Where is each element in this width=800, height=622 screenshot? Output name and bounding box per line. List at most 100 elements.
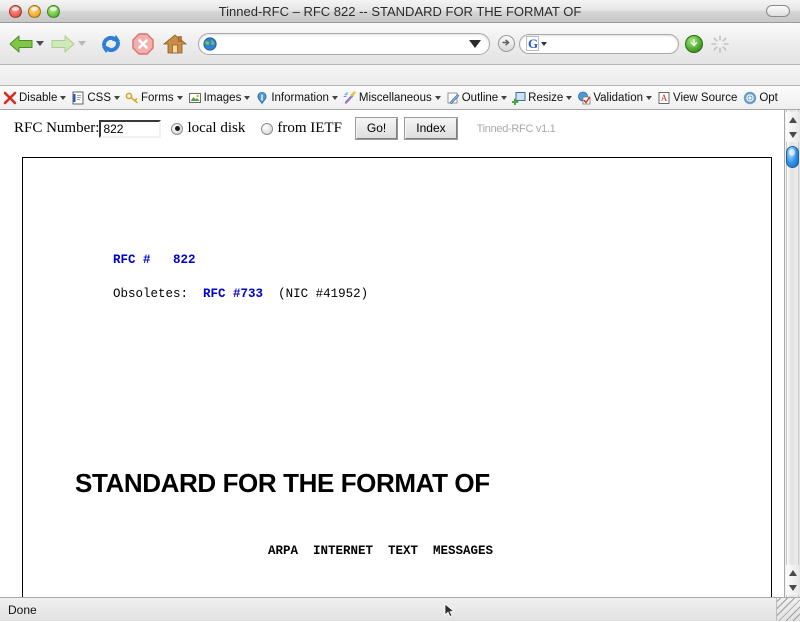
index-button[interactable]: Index [405, 118, 457, 139]
devbar-item-information[interactable]: Information [254, 87, 339, 109]
devbar-label: Information [271, 91, 329, 104]
rfc-title-heading: STANDARD FOR THE FORMAT OF [75, 468, 490, 498]
scrollbar-thumb[interactable] [786, 146, 799, 168]
go-submit-button[interactable]: Go! [355, 118, 398, 139]
devbar-item-disable[interactable]: Disable [2, 87, 67, 109]
devbar-item-forms[interactable]: Forms [124, 87, 184, 109]
devbar-label: Miscellaneous [358, 91, 432, 104]
chevron-down-icon[interactable] [501, 95, 508, 100]
web-developer-toolbar: Disable CSS Forms Images Information Mis… [0, 86, 800, 110]
minimize-button[interactable] [28, 4, 41, 18]
scroll-up-arrow-icon [788, 116, 797, 123]
reload-button[interactable] [96, 27, 126, 61]
page-favicon-globe-icon [203, 36, 217, 51]
address-bar[interactable] [198, 32, 490, 55]
devbar-item-resize[interactable]: Resize [511, 87, 573, 109]
css-page-icon [71, 91, 85, 105]
chevron-down-icon[interactable] [244, 95, 251, 100]
info-icon [255, 91, 269, 105]
chevron-down-icon[interactable] [645, 95, 652, 100]
source-radio-from-ietf[interactable]: from IETF [261, 120, 348, 137]
devbar-item-miscellaneous[interactable]: Miscellaneous [342, 87, 442, 109]
chevron-down-icon[interactable] [434, 95, 441, 100]
search-input[interactable] [547, 36, 672, 51]
radio-from-ietf-label: from IETF [277, 120, 342, 136]
rfc-document-frame: RFC # 822 Obsoletes: RFC #733 (NIC #4195… [22, 157, 772, 597]
back-button[interactable] [6, 27, 46, 61]
address-input[interactable] [217, 36, 469, 51]
zoom-button[interactable] [47, 4, 60, 18]
devbar-label: Forms [141, 91, 174, 104]
options-gear-icon [743, 91, 757, 105]
devbar-label: Outline [461, 91, 499, 104]
radio-from-ietf-icon[interactable] [261, 122, 274, 135]
chevron-down-icon[interactable] [114, 95, 121, 100]
radio-local-disk-label: local disk [187, 120, 246, 136]
devbar-item-validation[interactable]: Validation [576, 87, 653, 109]
devbar-item-outline[interactable]: Outline [445, 87, 508, 109]
close-button[interactable] [9, 4, 22, 18]
devbar-item-images[interactable]: Images [187, 87, 252, 109]
scroll-down-arrow-icon [788, 131, 797, 138]
validation-icon [577, 91, 591, 105]
rfc-document-body: RFC # 822 Obsoletes: RFC #733 (NIC #4195… [23, 158, 771, 558]
scroll-up-button-bottom[interactable] [786, 565, 799, 580]
rfc-number-value: 822 [173, 253, 196, 267]
stop-button[interactable] [128, 27, 158, 61]
home-button[interactable] [160, 27, 190, 61]
loading-spinner-icon [710, 34, 730, 54]
source-radio-local-disk[interactable]: local disk [171, 120, 251, 137]
go-arrow-icon [501, 35, 512, 53]
scrollbar-track[interactable] [786, 110, 799, 597]
google-logo-icon: G [526, 36, 540, 51]
chevron-down-icon[interactable] [331, 95, 338, 100]
chevron-down-icon[interactable] [566, 95, 573, 100]
svg-text:A: A [661, 93, 668, 103]
image-icon [188, 91, 202, 105]
pencil-icon [446, 91, 460, 105]
search-bar[interactable]: G [519, 33, 679, 54]
devbar-label: Opt [759, 91, 778, 104]
navigation-toolbar: G [0, 23, 800, 65]
resize-grip[interactable] [776, 598, 800, 621]
rfc-number-line: RFC # 822 [113, 253, 771, 267]
home-icon [162, 31, 188, 57]
radio-local-disk-icon[interactable] [171, 122, 184, 135]
scroll-down-button-bottom[interactable] [786, 580, 799, 595]
obsoletes-rfc-link[interactable]: RFC #733 [203, 287, 263, 301]
scroll-up-button[interactable] [786, 112, 799, 127]
devbar-label: View Source [672, 91, 738, 104]
key-form-icon [125, 91, 139, 105]
red-x-icon [3, 91, 17, 105]
rfc-number-input[interactable] [99, 119, 162, 138]
forward-dropdown-icon[interactable] [78, 41, 86, 46]
page-content: RFC Number: local disk from IETF Go! Ind… [0, 110, 784, 597]
devbar-item-options[interactable]: Opt [742, 87, 780, 109]
address-dropdown-icon[interactable] [469, 39, 481, 48]
scroll-up-arrow-icon [788, 569, 797, 576]
devbar-label: Disable [19, 91, 58, 104]
rfc-subtitle: ARPA INTERNET TEXT MESSAGES [268, 544, 494, 558]
back-dropdown-icon[interactable] [36, 41, 44, 46]
devbar-label: CSS [87, 91, 112, 104]
toolbar-toggle-button[interactable] [766, 5, 790, 17]
devbar-item-view-source[interactable]: A View Source [656, 87, 739, 109]
stop-icon [130, 31, 156, 57]
back-arrow-icon [8, 31, 34, 57]
go-button[interactable] [498, 35, 515, 52]
reload-icon [98, 31, 124, 57]
browser-window: Tinned-RFC – RFC 822 -- STANDARD FOR THE… [0, 0, 800, 622]
rfc-number-hash-label: RFC # [113, 253, 151, 267]
devbar-label: Validation [593, 91, 643, 104]
window-titlebar: Tinned-RFC – RFC 822 -- STANDARD FOR THE… [0, 0, 800, 23]
chevron-down-icon[interactable] [60, 95, 67, 100]
window-controls [9, 4, 60, 18]
devbar-item-css[interactable]: CSS [70, 87, 121, 109]
forward-button[interactable] [48, 27, 88, 61]
downloads-button[interactable] [685, 34, 703, 53]
rfc-obsoletes-line: Obsoletes: RFC #733 (NIC #41952) [113, 287, 771, 301]
vertical-scrollbar[interactable] [784, 110, 800, 597]
rfc-number-label: RFC Number: [14, 120, 100, 136]
scroll-down-button-top[interactable] [786, 127, 799, 142]
chevron-down-icon[interactable] [176, 95, 183, 100]
